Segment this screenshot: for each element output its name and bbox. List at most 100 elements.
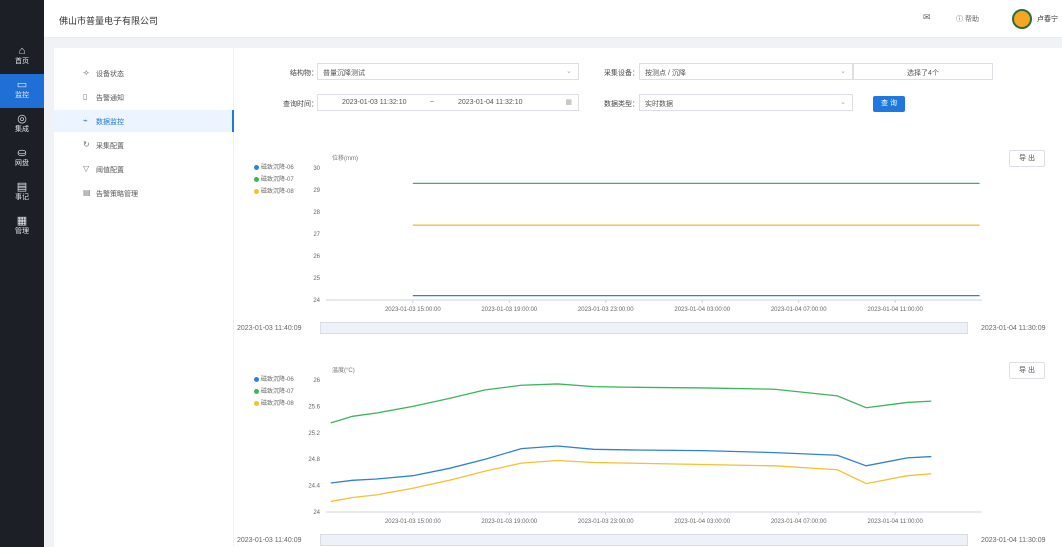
query-button[interactable]: 查 询: [873, 96, 905, 112]
structure-value: 普量沉降测试: [323, 70, 365, 77]
send-icon: ⟢: [83, 68, 89, 77]
rail-item-integration[interactable]: ◎ 集成: [0, 108, 44, 142]
rail-item-manage[interactable]: ▦ 管理: [0, 210, 44, 244]
chart-temperature: 温度(°C) 26 25.6 25.2 24.8 24.4 24 2023-01-03 15:…: [308, 366, 982, 525]
user-name[interactable]: 卢春宁: [1037, 14, 1058, 24]
subnav-item-alarm-notice[interactable]: ▯ 告警通知: [54, 86, 234, 108]
y-axis-label: 温度(°C): [332, 366, 355, 374]
filter-icon: ▽: [83, 164, 90, 173]
time-start: 2023-01-03 11:32:10: [342, 99, 407, 106]
legend-dot-icon: [254, 188, 259, 194]
data-type-label: 数据类型：: [604, 101, 639, 108]
manage-icon: ▦: [16, 215, 28, 227]
company-name: 佛山市普量电子有限公司: [59, 16, 159, 26]
subnav-item-device-status[interactable]: ⟢ 设备状态: [54, 62, 234, 84]
subnav-item-label: 告警通知: [96, 95, 124, 102]
y-tick-label: 25.2: [308, 431, 320, 437]
slider-start-label: 2023-01-03 11:40:09: [237, 537, 302, 544]
y-tick-label: 24.8: [308, 457, 320, 463]
top-bar: 佛山市普量电子有限公司 ✉ ⓘ 帮助 卢春宁: [44, 0, 1062, 38]
y-tick-label: 24: [313, 298, 320, 304]
rail-item-notes[interactable]: ▤ 事记: [0, 176, 44, 210]
subnav-item-label: 采集配置: [96, 143, 124, 150]
chevron-down-icon: ⌄: [840, 99, 846, 106]
export-button-displacement[interactable]: 导 出: [1009, 150, 1045, 167]
rail-item-label: 网盘: [15, 160, 29, 167]
legend-label: 磁致沉降-06: [261, 165, 294, 171]
device-multi-select[interactable]: 选择了4个: [853, 63, 993, 80]
left-rail: ⌂ 首页 ▭ 监控 ◎ 集成 ⛀ 网盘 ▤ 事记 ▦ 管理: [0, 0, 44, 547]
legend-label: 磁致沉降-08: [261, 189, 294, 195]
subnav-item-label: 设备状态: [96, 71, 124, 78]
legend-item[interactable]: 磁致沉降-06: [254, 374, 294, 386]
zoom-slider-displacement[interactable]: [320, 322, 968, 334]
y-tick-label: 25: [313, 276, 320, 282]
chevron-down-icon: ⌄: [566, 68, 572, 75]
legend-item[interactable]: 磁致沉降-07: [254, 386, 294, 398]
legend-dot-icon: [254, 400, 259, 406]
export-button-temperature[interactable]: 导 出: [1009, 362, 1045, 379]
y-tick-label: 24: [313, 510, 320, 516]
avatar[interactable]: [1012, 9, 1032, 29]
legend-temperature: 磁致沉降-06 磁致沉降-07 磁致沉降-08: [254, 374, 294, 410]
rail-item-home[interactable]: ⌂ 首页: [0, 40, 44, 74]
y-tick-label: 27: [313, 232, 320, 238]
data-type-select[interactable]: 实时数据 ⌄: [639, 94, 853, 111]
legend-label: 磁致沉降-07: [261, 389, 294, 395]
time-end: 2023-01-04 11:32:10: [458, 99, 523, 106]
subnav-item-threshold-config[interactable]: ▽ 阈值配置: [54, 158, 234, 180]
subnav-item-data-monitor[interactable]: ⌁ 数据监控: [54, 110, 234, 132]
structure-label: 结构物：: [290, 70, 318, 77]
mail-icon[interactable]: ✉: [923, 12, 931, 23]
x-tick-label: 2023-01-04 07:00:00: [771, 307, 827, 313]
device-selected-count: 选择了4个: [907, 70, 939, 77]
y-tick-label: 24.4: [308, 484, 320, 490]
rail-item-label: 事记: [15, 194, 29, 201]
rail-item-monitor[interactable]: ▭ 监控: [0, 74, 44, 108]
integration-icon: ◎: [17, 113, 27, 125]
legend-item[interactable]: 磁致沉降-08: [254, 186, 294, 198]
subnav-item-alarm-strategy[interactable]: ▤ 告警策略管理: [54, 182, 234, 204]
time-separator: ~: [430, 99, 435, 106]
home-icon: ⌂: [18, 45, 26, 57]
x-tick-label: 2023-01-04 11:00:00: [868, 307, 924, 313]
legend-item[interactable]: 磁致沉降-06: [254, 162, 294, 174]
x-tick-label: 2023-01-03 23:00:00: [578, 519, 634, 525]
legend-label: 磁致沉降-07: [261, 177, 294, 183]
slider-end-label: 2023-01-04 11:30:09: [981, 325, 1046, 332]
series-line-1: [330, 445, 932, 484]
rail-item-label: 集成: [15, 126, 29, 133]
structure-select[interactable]: 普量沉降测试 ⌄: [317, 63, 579, 80]
slider-start-label: 2023-01-03 11:40:09: [237, 325, 302, 332]
data-type-value: 实时数据: [645, 101, 673, 108]
legend-dot-icon: [254, 376, 259, 382]
legend-label: 磁致沉降-06: [261, 377, 294, 383]
y-tick-label: 25.6: [308, 404, 320, 410]
device-select[interactable]: 按测点 / 沉降 ⌄: [639, 63, 853, 80]
legend-displacement: 磁致沉降-06 磁致沉降-07 磁致沉降-08: [254, 162, 294, 198]
main-content: ⟢ 设备状态 ▯ 告警通知 ⌁ 数据监控 ↻ 采集配置 ▽ 阈值配置 ▤ 告警策略管理 结构物： 普量…: [54, 48, 1062, 547]
netdisk-icon: ⛀: [17, 147, 27, 159]
x-tick-label: 2023-01-03 19:00:00: [481, 519, 537, 525]
phone-icon: ▯: [83, 92, 88, 101]
zoom-slider-temperature[interactable]: [320, 534, 968, 546]
calendar-icon: ▦: [565, 99, 572, 106]
monitor-icon: ▭: [16, 79, 28, 91]
subnav-item-collect-config[interactable]: ↻ 采集配置: [54, 134, 234, 156]
help-link[interactable]: ⓘ 帮助: [956, 14, 979, 24]
x-tick-label: 2023-01-04 11:00:00: [868, 519, 924, 525]
legend-item[interactable]: 磁致沉降-07: [254, 174, 294, 186]
slider-end-label: 2023-01-04 11:30:09: [981, 537, 1046, 544]
time-label: 查询时间：: [283, 101, 318, 108]
x-tick-label: 2023-01-03 19:00:00: [481, 307, 537, 313]
wave-icon: ⌁: [83, 116, 88, 125]
date-range-picker[interactable]: 2023-01-03 11:32:10 ~ 2023-01-04 11:32:1…: [317, 94, 579, 111]
chevron-down-icon: ⌄: [840, 68, 846, 75]
document-icon: ▤: [83, 188, 91, 197]
legend-dot-icon: [254, 164, 259, 170]
legend-dot-icon: [254, 388, 259, 394]
legend-item[interactable]: 磁致沉降-08: [254, 398, 294, 410]
rail-item-netdisk[interactable]: ⛀ 网盘: [0, 142, 44, 176]
rail-item-label: 首页: [15, 58, 29, 65]
x-tick-label: 2023-01-04 07:00:00: [771, 519, 827, 525]
